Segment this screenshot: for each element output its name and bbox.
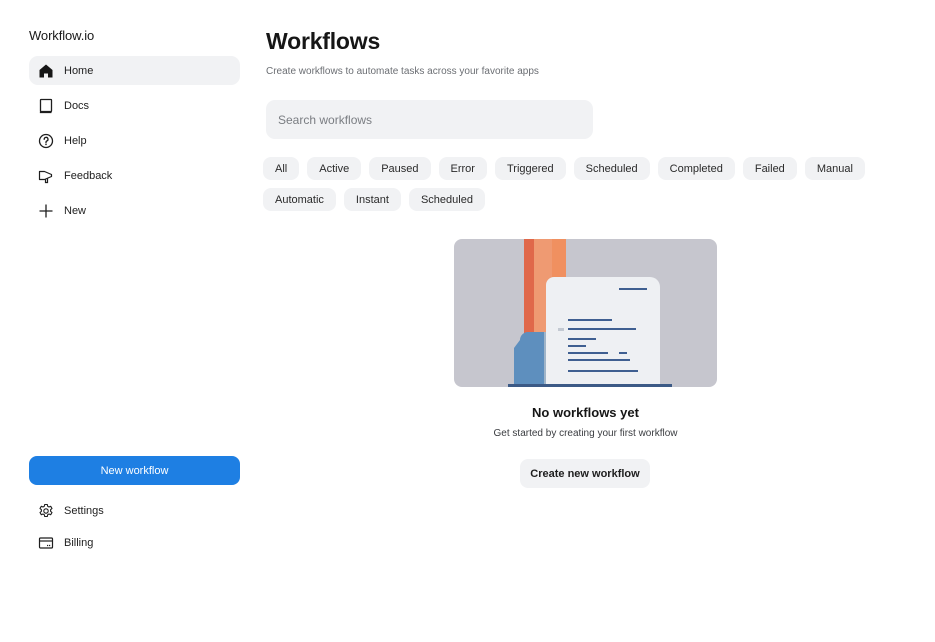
sidebar-item-feedback[interactable]: Feedback [29, 161, 240, 190]
filter-chip-completed[interactable]: Completed [657, 157, 735, 180]
filter-chip-scheduled-2[interactable]: Scheduled [408, 188, 485, 211]
filter-chip-scheduled[interactable]: Scheduled [573, 157, 650, 180]
create-new-workflow-button[interactable]: Create new workflow [520, 459, 650, 488]
page-subtitle: Create workflows to automate tasks acros… [266, 66, 539, 77]
sidebar-item-help[interactable]: Help [29, 126, 240, 155]
filter-chip-automatic[interactable]: Automatic [263, 188, 336, 211]
gear-icon [38, 503, 54, 519]
sidebar-item-label: Home [64, 64, 94, 77]
main-content: Workflows Create workflows to automate t… [263, 0, 935, 642]
sidebar-item-label: Feedback [64, 169, 113, 182]
filter-chip-active[interactable]: Active [307, 157, 362, 180]
megaphone-icon [38, 168, 54, 184]
page-title: Workflows [266, 28, 381, 54]
sidebar-item-label: Docs [64, 99, 90, 112]
document-illustration [454, 239, 717, 387]
book-icon [38, 98, 54, 114]
filter-chip-failed[interactable]: Failed [742, 157, 797, 180]
sidebar-item-docs[interactable]: Docs [29, 91, 240, 120]
sidebar-item-label: Help [64, 134, 87, 147]
empty-state-subtitle: Get started by creating your first workf… [493, 428, 678, 439]
sidebar-item-label: Settings [64, 505, 104, 517]
sidebar-item-label: New [64, 204, 87, 217]
filter-chip-paused[interactable]: Paused [369, 157, 431, 180]
sidebar-item-billing[interactable]: Billing [29, 530, 240, 556]
sidebar-item-label: Billing [64, 537, 94, 549]
filter-chip-instant[interactable]: Instant [343, 188, 401, 211]
filter-chip-all[interactable]: All [263, 157, 300, 180]
search-input[interactable] [266, 100, 593, 139]
sidebar-bottom-nav: Settings Billing [29, 498, 240, 562]
sidebar-item-settings[interactable]: Settings [29, 498, 240, 524]
sidebar-nav: Home Docs Help Feedback New [29, 56, 240, 231]
home-icon [38, 63, 54, 79]
filter-chips: All Active Paused Error Triggered Schedu… [263, 157, 903, 211]
plus-icon [38, 203, 54, 219]
filter-chip-manual[interactable]: Manual [804, 157, 865, 180]
new-workflow-button[interactable]: New workflow [29, 456, 240, 485]
credit-card-icon [38, 535, 54, 551]
sidebar-item-new[interactable]: New [29, 196, 240, 225]
empty-state: No workflows yet Get started by creating… [454, 239, 717, 488]
sidebar-item-home[interactable]: Home [29, 56, 240, 85]
empty-state-title: No workflows yet [532, 405, 639, 420]
brand-logo: Workflow.io [29, 28, 95, 43]
filter-chip-error[interactable]: Error [438, 157, 487, 180]
help-circle-icon [38, 133, 54, 149]
sidebar: Workflow.io Home Docs Help Feedback New … [0, 0, 250, 642]
filter-chip-triggered[interactable]: Triggered [494, 157, 566, 180]
